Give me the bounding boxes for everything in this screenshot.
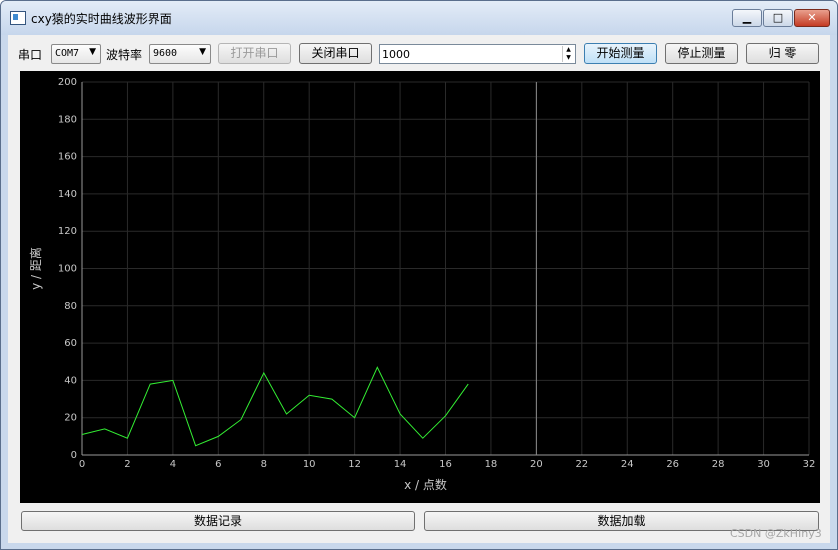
y-tick-label: 180 (58, 114, 77, 125)
x-tick-label: 18 (485, 459, 498, 470)
close-port-button[interactable]: 关闭串口 (299, 43, 372, 64)
open-port-button[interactable]: 打开串口 (218, 43, 291, 64)
port-label: 串口 (18, 48, 43, 62)
baud-select-value: 9600 (153, 48, 178, 59)
minimize-icon: ▁ (742, 11, 752, 24)
maximize-button[interactable]: □ (763, 9, 793, 27)
y-tick-label: 120 (58, 226, 77, 237)
x-tick-label: 12 (348, 459, 361, 470)
y-tick-label: 160 (58, 152, 77, 163)
x-tick-label: 10 (303, 459, 316, 470)
x-tick-label: 28 (712, 459, 725, 470)
x-tick-label: 22 (575, 459, 588, 470)
close-button[interactable]: ✕ (794, 9, 830, 27)
x-tick-label: 30 (757, 459, 770, 470)
x-tick-label: 16 (439, 459, 452, 470)
x-tick-label: 8 (261, 459, 267, 470)
start-measure-button[interactable]: 开始测量 (584, 43, 657, 64)
x-tick-label: 32 (803, 459, 816, 470)
close-icon: ✕ (807, 11, 817, 24)
chevron-down-icon: ▼ (199, 47, 206, 57)
port-select-value: COM7 (55, 48, 80, 59)
realtime-chart[interactable]: 0 2 4 6 8 10 12 14 16 18 20 22 24 26 28 30 32 0 20 40 60 80 10… (20, 71, 820, 503)
maximize-icon: □ (772, 11, 784, 24)
y-tick-label: 40 (64, 375, 77, 386)
x-tick-label: 20 (530, 459, 543, 470)
y-tick-label: 100 (58, 264, 77, 275)
spin-up-icon[interactable]: ▲ (563, 46, 574, 54)
app-window: cxy猿的实时曲线波形界面 ▁ □ ✕ 串口 COM7 ▼ 波特率 9600 ▼… (0, 0, 838, 550)
chevron-down-icon: ▼ (89, 47, 96, 57)
y-tick-label: 200 (58, 77, 77, 88)
title-bar[interactable]: cxy猿的实时曲线波形界面 ▁ □ ✕ (1, 1, 837, 35)
watermark: CSDN @ZkHIny3 (730, 527, 822, 540)
window-title: cxy猿的实时曲线波形界面 (31, 12, 172, 26)
y-axis-label: y / 距离 (28, 247, 43, 290)
x-tick-label: 4 (170, 459, 176, 470)
minimize-button[interactable]: ▁ (732, 9, 762, 27)
record-data-button[interactable]: 数据记录 (21, 511, 415, 531)
y-tick-label: 80 (64, 301, 77, 312)
x-tick-label: 0 (79, 459, 85, 470)
y-tick-label: 0 (71, 450, 77, 461)
series-line (81, 366, 469, 447)
x-tick-label: 2 (124, 459, 130, 470)
baud-select[interactable]: 9600 ▼ (149, 44, 211, 64)
x-tick-label: 26 (666, 459, 679, 470)
interval-value: 1000 (382, 48, 410, 61)
x-tick-label: 6 (215, 459, 221, 470)
port-select[interactable]: COM7 ▼ (51, 44, 101, 64)
spin-arrows[interactable]: ▲ ▼ (562, 46, 574, 62)
baud-label: 波特率 (106, 48, 143, 62)
stop-measure-button[interactable]: 停止测量 (665, 43, 738, 64)
app-icon (10, 11, 26, 25)
y-tick-label: 20 (64, 413, 77, 424)
y-tick-label: 60 (64, 338, 77, 349)
y-tick-label: 140 (58, 189, 77, 200)
chart-svg[interactable]: 0 2 4 6 8 10 12 14 16 18 20 22 24 26 28 30 3202040608010… (20, 71, 820, 503)
spin-down-icon[interactable]: ▼ (563, 54, 574, 62)
x-tick-label: 24 (621, 459, 634, 470)
main-panel: 串口 COM7 ▼ 波特率 9600 ▼ 打开串口 关闭串口 1000 ▲ ▼ … (8, 35, 830, 543)
interval-spinbox[interactable]: 1000 ▲ ▼ (379, 44, 576, 64)
x-axis-label: x / 点数 (404, 477, 447, 492)
zero-button[interactable]: 归 零 (746, 43, 819, 64)
x-tick-label: 14 (394, 459, 407, 470)
